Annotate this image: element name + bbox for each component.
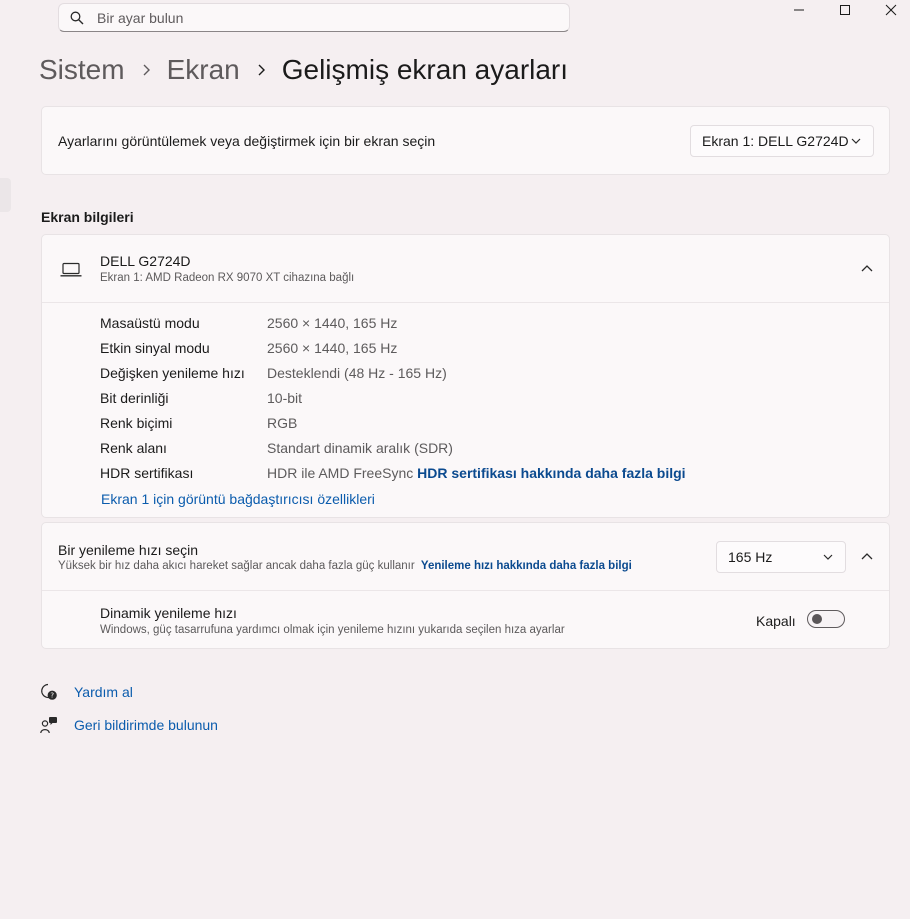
- divider: [42, 302, 889, 303]
- refresh-rate-description: Yüksek bir hız daha akıcı hareket sağlar…: [58, 560, 632, 572]
- hdr-info-link[interactable]: HDR sertifikası hakkında daha fazla bilg…: [417, 465, 685, 481]
- page-title: Gelişmiş ekran ayarları: [281, 54, 569, 85]
- display-dropdown-value: Ekran 1: DELL G2724D: [702, 133, 849, 149]
- minimize-button[interactable]: [777, 0, 823, 20]
- prop-hdr-value: HDR ile AMD FreeSync HDR sertifikası hak…: [267, 465, 686, 481]
- chevron-down-icon: [823, 554, 833, 560]
- feedback-link[interactable]: Geri bildirimde bulunun: [74, 717, 218, 733]
- prop-bit-depth-label: Bit derinliği: [100, 390, 169, 406]
- display-select-card: Ayarlarını görüntülemek veya değiştirmek…: [41, 106, 890, 175]
- refresh-rate-info-link[interactable]: Yenileme hızı hakkında daha fazla bilgi: [421, 560, 632, 572]
- dynamic-refresh-description: Windows, güç tasarrufuna yardımcı olmak …: [100, 624, 565, 636]
- monitor-info-card: DELL G2724D Ekran 1: AMD Radeon RX 9070 …: [41, 234, 890, 518]
- prop-vrr-value: Desteklendi (48 Hz - 165 Hz): [267, 365, 447, 381]
- chevron-down-icon: [851, 138, 861, 144]
- help-link[interactable]: Yardım al: [74, 684, 133, 700]
- hdr-value-text: HDR ile AMD FreeSync: [267, 465, 414, 481]
- refresh-rate-value: 165 Hz: [728, 549, 773, 565]
- prop-vrr-label: Değişken yenileme hızı: [100, 365, 245, 381]
- refresh-rate-dropdown[interactable]: 165 Hz: [716, 541, 846, 573]
- dynamic-refresh-toggle[interactable]: [807, 610, 845, 628]
- feedback-icon: [40, 717, 57, 734]
- close-icon: [885, 4, 897, 16]
- prop-color-format-label: Renk biçimi: [100, 415, 173, 431]
- maximize-icon: [840, 5, 850, 15]
- svg-text:?: ?: [50, 692, 54, 700]
- refresh-rate-card: Bir yenileme hızı seçin Yüksek bir hız d…: [41, 522, 890, 649]
- display-dropdown[interactable]: Ekran 1: DELL G2724D: [690, 125, 874, 157]
- chevron-right-icon: [125, 63, 167, 77]
- refresh-rate-title: Bir yenileme hızı seçin: [58, 542, 199, 558]
- prop-desktop-mode-label: Masaüstü modu: [100, 315, 200, 331]
- prop-desktop-mode-value: 2560 × 1440, 165 Hz: [267, 315, 398, 331]
- adapter-properties-link[interactable]: Ekran 1 için görüntü bağdaştırıcısı özel…: [101, 491, 375, 507]
- divider: [42, 590, 889, 591]
- close-button[interactable]: [869, 0, 910, 20]
- laptop-icon: [60, 262, 82, 277]
- section-title: Ekran bilgileri: [41, 209, 134, 225]
- breadcrumb: Sistem Ekran Gelişmiş ekran ayarları: [39, 52, 568, 88]
- breadcrumb-sistem[interactable]: Sistem: [39, 54, 125, 86]
- dynamic-refresh-state: Kapalı: [756, 613, 796, 629]
- breadcrumb-ekran[interactable]: Ekran: [167, 54, 240, 86]
- search-icon: [70, 11, 84, 25]
- maximize-button[interactable]: [823, 0, 869, 20]
- prop-signal-mode-value: 2560 × 1440, 165 Hz: [267, 340, 398, 356]
- prop-color-space-label: Renk alanı: [100, 440, 167, 456]
- toggle-knob: [812, 614, 822, 624]
- monitor-subtitle: Ekran 1: AMD Radeon RX 9070 XT cihazına …: [100, 272, 355, 284]
- prop-color-format-value: RGB: [267, 415, 298, 431]
- search-input[interactable]: Bir ayar bulun: [58, 3, 570, 32]
- chevron-right-icon: [240, 63, 282, 77]
- prop-bit-depth-value: 10-bit: [267, 390, 303, 406]
- prop-signal-mode-label: Etkin sinyal modu: [100, 340, 210, 356]
- prop-color-space-value: Standart dinamik aralık (SDR): [267, 440, 453, 456]
- monitor-name: DELL G2724D: [100, 253, 191, 269]
- chevron-up-icon: [861, 265, 873, 272]
- monitor-header[interactable]: DELL G2724D Ekran 1: AMD Radeon RX 9070 …: [42, 235, 889, 302]
- minimize-icon: [794, 9, 804, 11]
- search-placeholder: Bir ayar bulun: [97, 10, 184, 26]
- chevron-up-icon[interactable]: [861, 552, 873, 560]
- help-icon: ?: [41, 683, 57, 700]
- dynamic-refresh-title: Dinamik yenileme hızı: [100, 605, 237, 621]
- display-select-label: Ayarlarını görüntülemek veya değiştirmek…: [58, 133, 436, 149]
- nav-scroll-indicator: [0, 178, 11, 212]
- refresh-rate-description-text: Yüksek bir hız daha akıcı hareket sağlar…: [58, 560, 415, 572]
- prop-hdr-label: HDR sertifikası: [100, 465, 194, 481]
